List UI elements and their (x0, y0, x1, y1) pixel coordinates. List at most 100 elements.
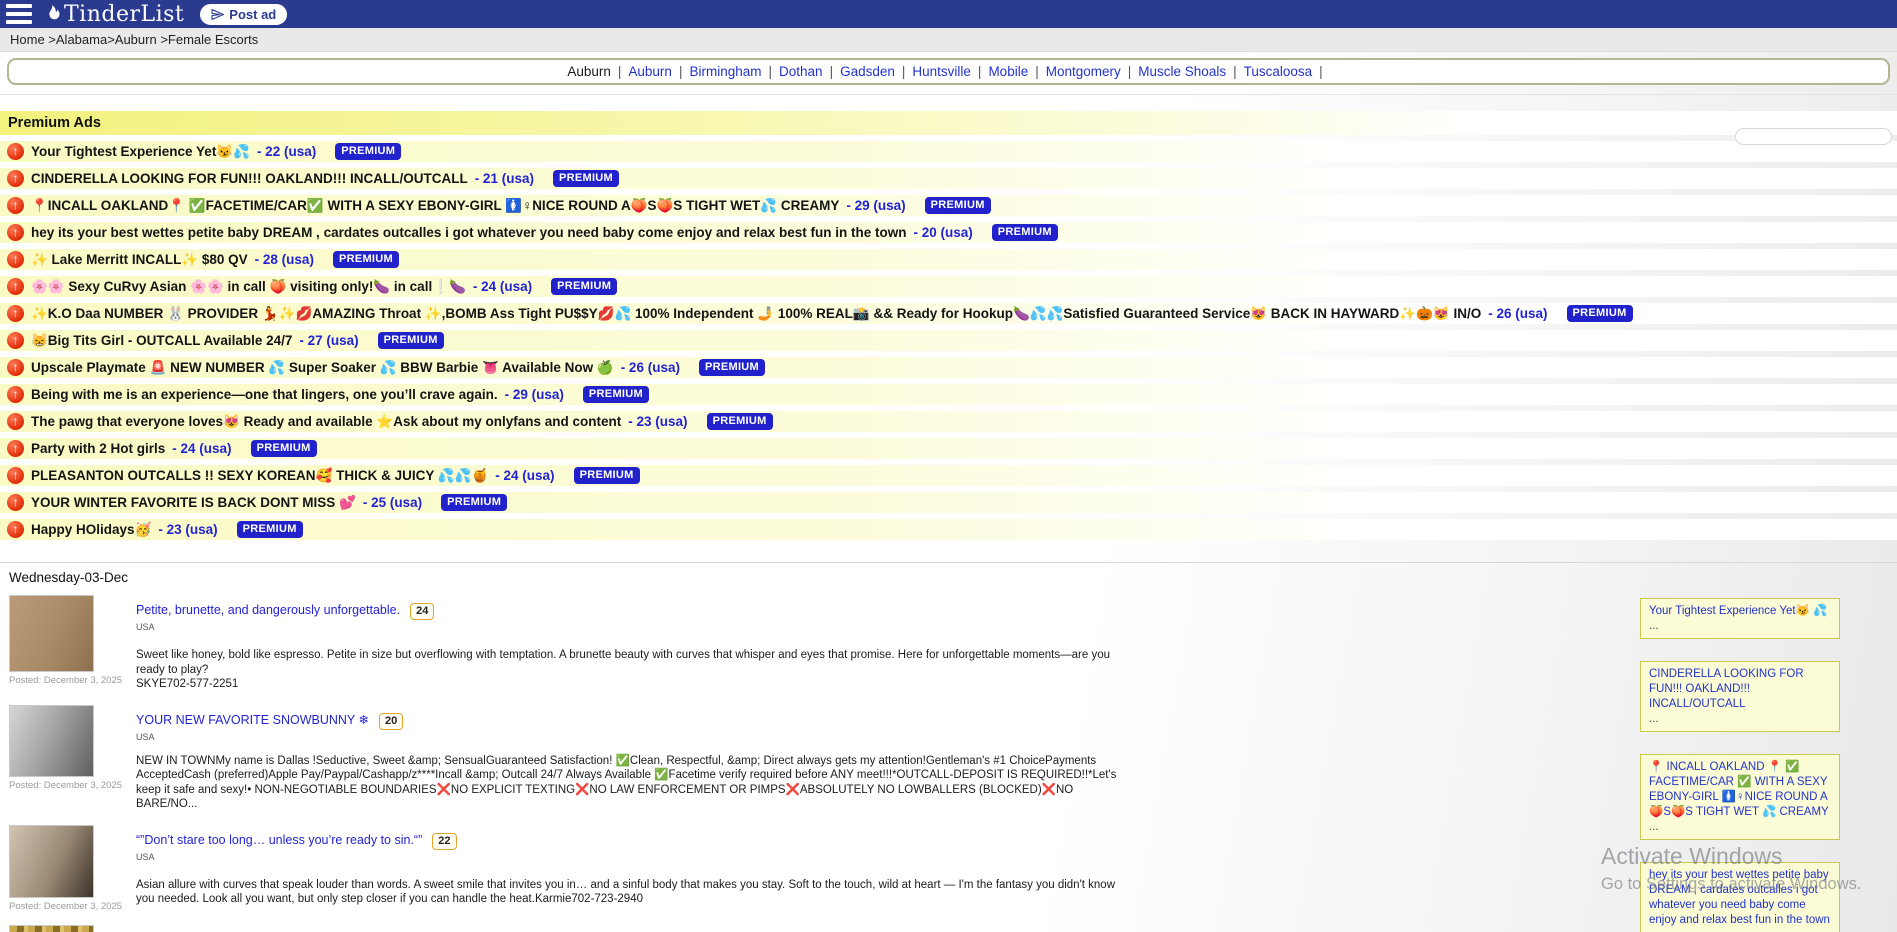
listing-description: Sweet like honey, bold like espresso. Pe… (136, 648, 1126, 692)
up-arrow-icon[interactable]: ↑ (7, 359, 24, 376)
city-link-tuscaloosa[interactable]: Tuscaloosa (1244, 64, 1313, 79)
premium-ad-title[interactable]: hey its your best wettes petite baby DRE… (31, 225, 906, 240)
city-link-birmingham[interactable]: Birmingham (689, 64, 761, 79)
premium-ad-title[interactable]: 😸Big Tits Girl - OUTCALL Available 24/7 (31, 333, 292, 349)
premium-ad-title[interactable]: Upscale Playmate 🚨 NEW NUMBER 💦 Super So… (31, 360, 614, 376)
premium-ad-meta[interactable]: - 24 (usa) (473, 279, 532, 294)
city-current: Auburn (567, 64, 611, 79)
sidebar-premium-box: CINDERELLA LOOKING FOR FUN!!! OAKLAND!!!… (1640, 661, 1840, 732)
city-link-muscle-shoals[interactable]: Muscle Shoals (1138, 64, 1226, 79)
listing-thumbnail[interactable] (9, 925, 94, 932)
up-arrow-icon[interactable]: ↑ (7, 278, 24, 295)
post-ad-button[interactable]: Post ad (200, 4, 287, 25)
menu-icon[interactable] (6, 4, 32, 24)
list-item: A lady for all occasions38 USA (0, 921, 1897, 932)
listing-title[interactable]: “”Don’t stare too long… unless you’re re… (136, 833, 422, 847)
up-arrow-icon[interactable]: ↑ (7, 494, 24, 511)
city-link-mobile[interactable]: Mobile (988, 64, 1028, 79)
city-link-montgomery[interactable]: Montgomery (1046, 64, 1121, 79)
up-arrow-icon[interactable]: ↑ (7, 170, 24, 187)
premium-ad-meta[interactable]: - 24 (usa) (495, 468, 554, 483)
premium-badge[interactable]: PREMIUM (441, 494, 507, 511)
sidebar-ad-link[interactable]: CINDERELLA LOOKING FOR FUN!!! OAKLAND!!!… (1649, 668, 1804, 710)
up-arrow-icon[interactable]: ↑ (7, 467, 24, 484)
breadcrumb[interactable]: Home >Alabama>Auburn >Female Escorts (10, 32, 258, 47)
premium-ad-meta[interactable]: - 29 (usa) (505, 387, 564, 402)
listing-thumbnail[interactable] (9, 595, 94, 672)
premium-ad-title[interactable]: 📍INCALL OAKLAND📍 ✅FACETIME/CAR✅ WITH A S… (31, 198, 839, 214)
premium-badge[interactable]: PREMIUM (237, 521, 303, 538)
up-arrow-icon[interactable]: ↑ (7, 197, 24, 214)
up-arrow-icon[interactable]: ↑ (7, 521, 24, 538)
premium-ad-meta[interactable]: - 25 (usa) (363, 495, 422, 510)
premium-ad-meta[interactable]: - 28 (usa) (255, 252, 314, 267)
up-arrow-icon[interactable]: ↑ (7, 440, 24, 457)
city-link-auburn[interactable]: Auburn (628, 64, 672, 79)
premium-ad-title[interactable]: Happy HOlidays🥳 (31, 522, 151, 538)
premium-ad-meta[interactable]: - 29 (usa) (846, 198, 905, 213)
listing-title[interactable]: YOUR NEW FAVORITE SNOWBUNNY ❄ (136, 713, 369, 727)
premium-ad-row: ↑ ✨K.O Daa NUMBER 🐰 PROVIDER 💃✨💋AMAZING … (0, 303, 1897, 324)
city-link-dothan[interactable]: Dothan (779, 64, 823, 79)
listing-thumbnail[interactable] (9, 705, 94, 777)
up-arrow-icon[interactable]: ↑ (7, 386, 24, 403)
premium-ad-row: ↑ hey its your best wettes petite baby D… (0, 222, 1897, 243)
up-arrow-icon[interactable]: ↑ (7, 413, 24, 430)
listing-location: USA (136, 732, 1126, 742)
premium-ad-meta[interactable]: - 26 (usa) (621, 360, 680, 375)
sidebar-ad-link[interactable]: 📍 INCALL OAKLAND 📍 ✅ FACETIME/CAR ✅ WITH… (1649, 761, 1829, 818)
premium-badge[interactable]: PREMIUM (251, 440, 317, 457)
ellipsis: ... (1649, 619, 1831, 634)
sidebar-ad-link[interactable]: Your Tightest Experience Yet😼 💦 (1649, 605, 1827, 617)
up-arrow-icon[interactable]: ↑ (7, 251, 24, 268)
premium-badge[interactable]: PREMIUM (551, 278, 617, 295)
premium-ad-meta[interactable]: - 20 (usa) (913, 225, 972, 240)
sidebar-ad-link[interactable]: hey its your best wettes petite baby DRE… (1649, 869, 1830, 926)
premium-badge[interactable]: PREMIUM (992, 224, 1058, 241)
premium-ad-title[interactable]: CINDERELLA LOOKING FOR FUN!!! OAKLAND!!!… (31, 171, 468, 186)
premium-ad-row: ↑ 🌸🌸 Sexy CuRvy Asian 🌸🌸 in call 🍑 visit… (0, 276, 1897, 297)
premium-badge[interactable]: PREMIUM (699, 359, 765, 376)
empty-input-placeholder[interactable] (1735, 128, 1892, 145)
premium-ad-row: ↑ Your Tightest Experience Yet😼💦 - 22 (u… (0, 141, 1897, 162)
premium-badge[interactable]: PREMIUM (335, 143, 401, 160)
city-nav: Auburn| Auburn| Birmingham| Dothan| Gads… (7, 58, 1890, 85)
city-link-gadsden[interactable]: Gadsden (840, 64, 895, 79)
premium-ad-title[interactable]: YOUR WINTER FAVORITE IS BACK DONT MISS 💕 (31, 495, 356, 511)
premium-badge[interactable]: PREMIUM (574, 467, 640, 484)
city-link-huntsville[interactable]: Huntsville (912, 64, 971, 79)
premium-ad-row: ↑ Party with 2 Hot girls - 24 (usa) PREM… (0, 438, 1897, 459)
listing-thumbnail[interactable] (9, 825, 94, 898)
premium-badge[interactable]: PREMIUM (333, 251, 399, 268)
premium-ad-meta[interactable]: - 24 (usa) (172, 441, 231, 456)
premium-badge[interactable]: PREMIUM (583, 386, 649, 403)
brand-logo[interactable]: TinderList (42, 2, 184, 27)
premium-ad-title[interactable]: Being with me is an experience—one that … (31, 387, 498, 402)
premium-ad-meta[interactable]: - 21 (usa) (475, 171, 534, 186)
premium-ad-meta[interactable]: - 27 (usa) (299, 333, 358, 348)
premium-ad-title[interactable]: Party with 2 Hot girls (31, 441, 165, 456)
up-arrow-icon[interactable]: ↑ (7, 143, 24, 160)
up-arrow-icon[interactable]: ↑ (7, 224, 24, 241)
premium-ad-title[interactable]: The pawg that everyone loves😻 Ready and … (31, 414, 621, 430)
sidebar-premium-box: Your Tightest Experience Yet😼 💦 ... (1640, 598, 1840, 639)
premium-ad-meta[interactable]: - 23 (usa) (158, 522, 217, 537)
premium-badge[interactable]: PREMIUM (1567, 305, 1633, 322)
premium-ad-title[interactable]: Your Tightest Experience Yet😼💦 (31, 144, 250, 160)
up-arrow-icon[interactable]: ↑ (7, 305, 24, 322)
premium-ad-meta[interactable]: - 22 (usa) (257, 144, 316, 159)
premium-ad-title[interactable]: PLEASANTON OUTCALLS !! SEXY KOREAN🥰 THIC… (31, 468, 488, 484)
premium-ad-title[interactable]: 🌸🌸 Sexy CuRvy Asian 🌸🌸 in call 🍑 visitin… (31, 279, 466, 295)
premium-ad-row: ↑ YOUR WINTER FAVORITE IS BACK DONT MISS… (0, 492, 1897, 513)
up-arrow-icon[interactable]: ↑ (7, 332, 24, 349)
listing-title[interactable]: Petite, brunette, and dangerously unforg… (136, 603, 400, 617)
premium-ad-title[interactable]: ✨K.O Daa NUMBER 🐰 PROVIDER 💃✨💋AMAZING Th… (31, 306, 1481, 322)
date-header: Wednesday-03-Dec (0, 563, 1897, 591)
premium-ad-meta[interactable]: - 23 (usa) (628, 414, 687, 429)
premium-badge[interactable]: PREMIUM (925, 197, 991, 214)
premium-ad-title[interactable]: ✨ Lake Merritt INCALL✨ $80 QV (31, 252, 248, 268)
premium-ad-meta[interactable]: - 26 (usa) (1488, 306, 1547, 321)
premium-badge[interactable]: PREMIUM (553, 170, 619, 187)
premium-badge[interactable]: PREMIUM (707, 413, 773, 430)
premium-badge[interactable]: PREMIUM (378, 332, 444, 349)
